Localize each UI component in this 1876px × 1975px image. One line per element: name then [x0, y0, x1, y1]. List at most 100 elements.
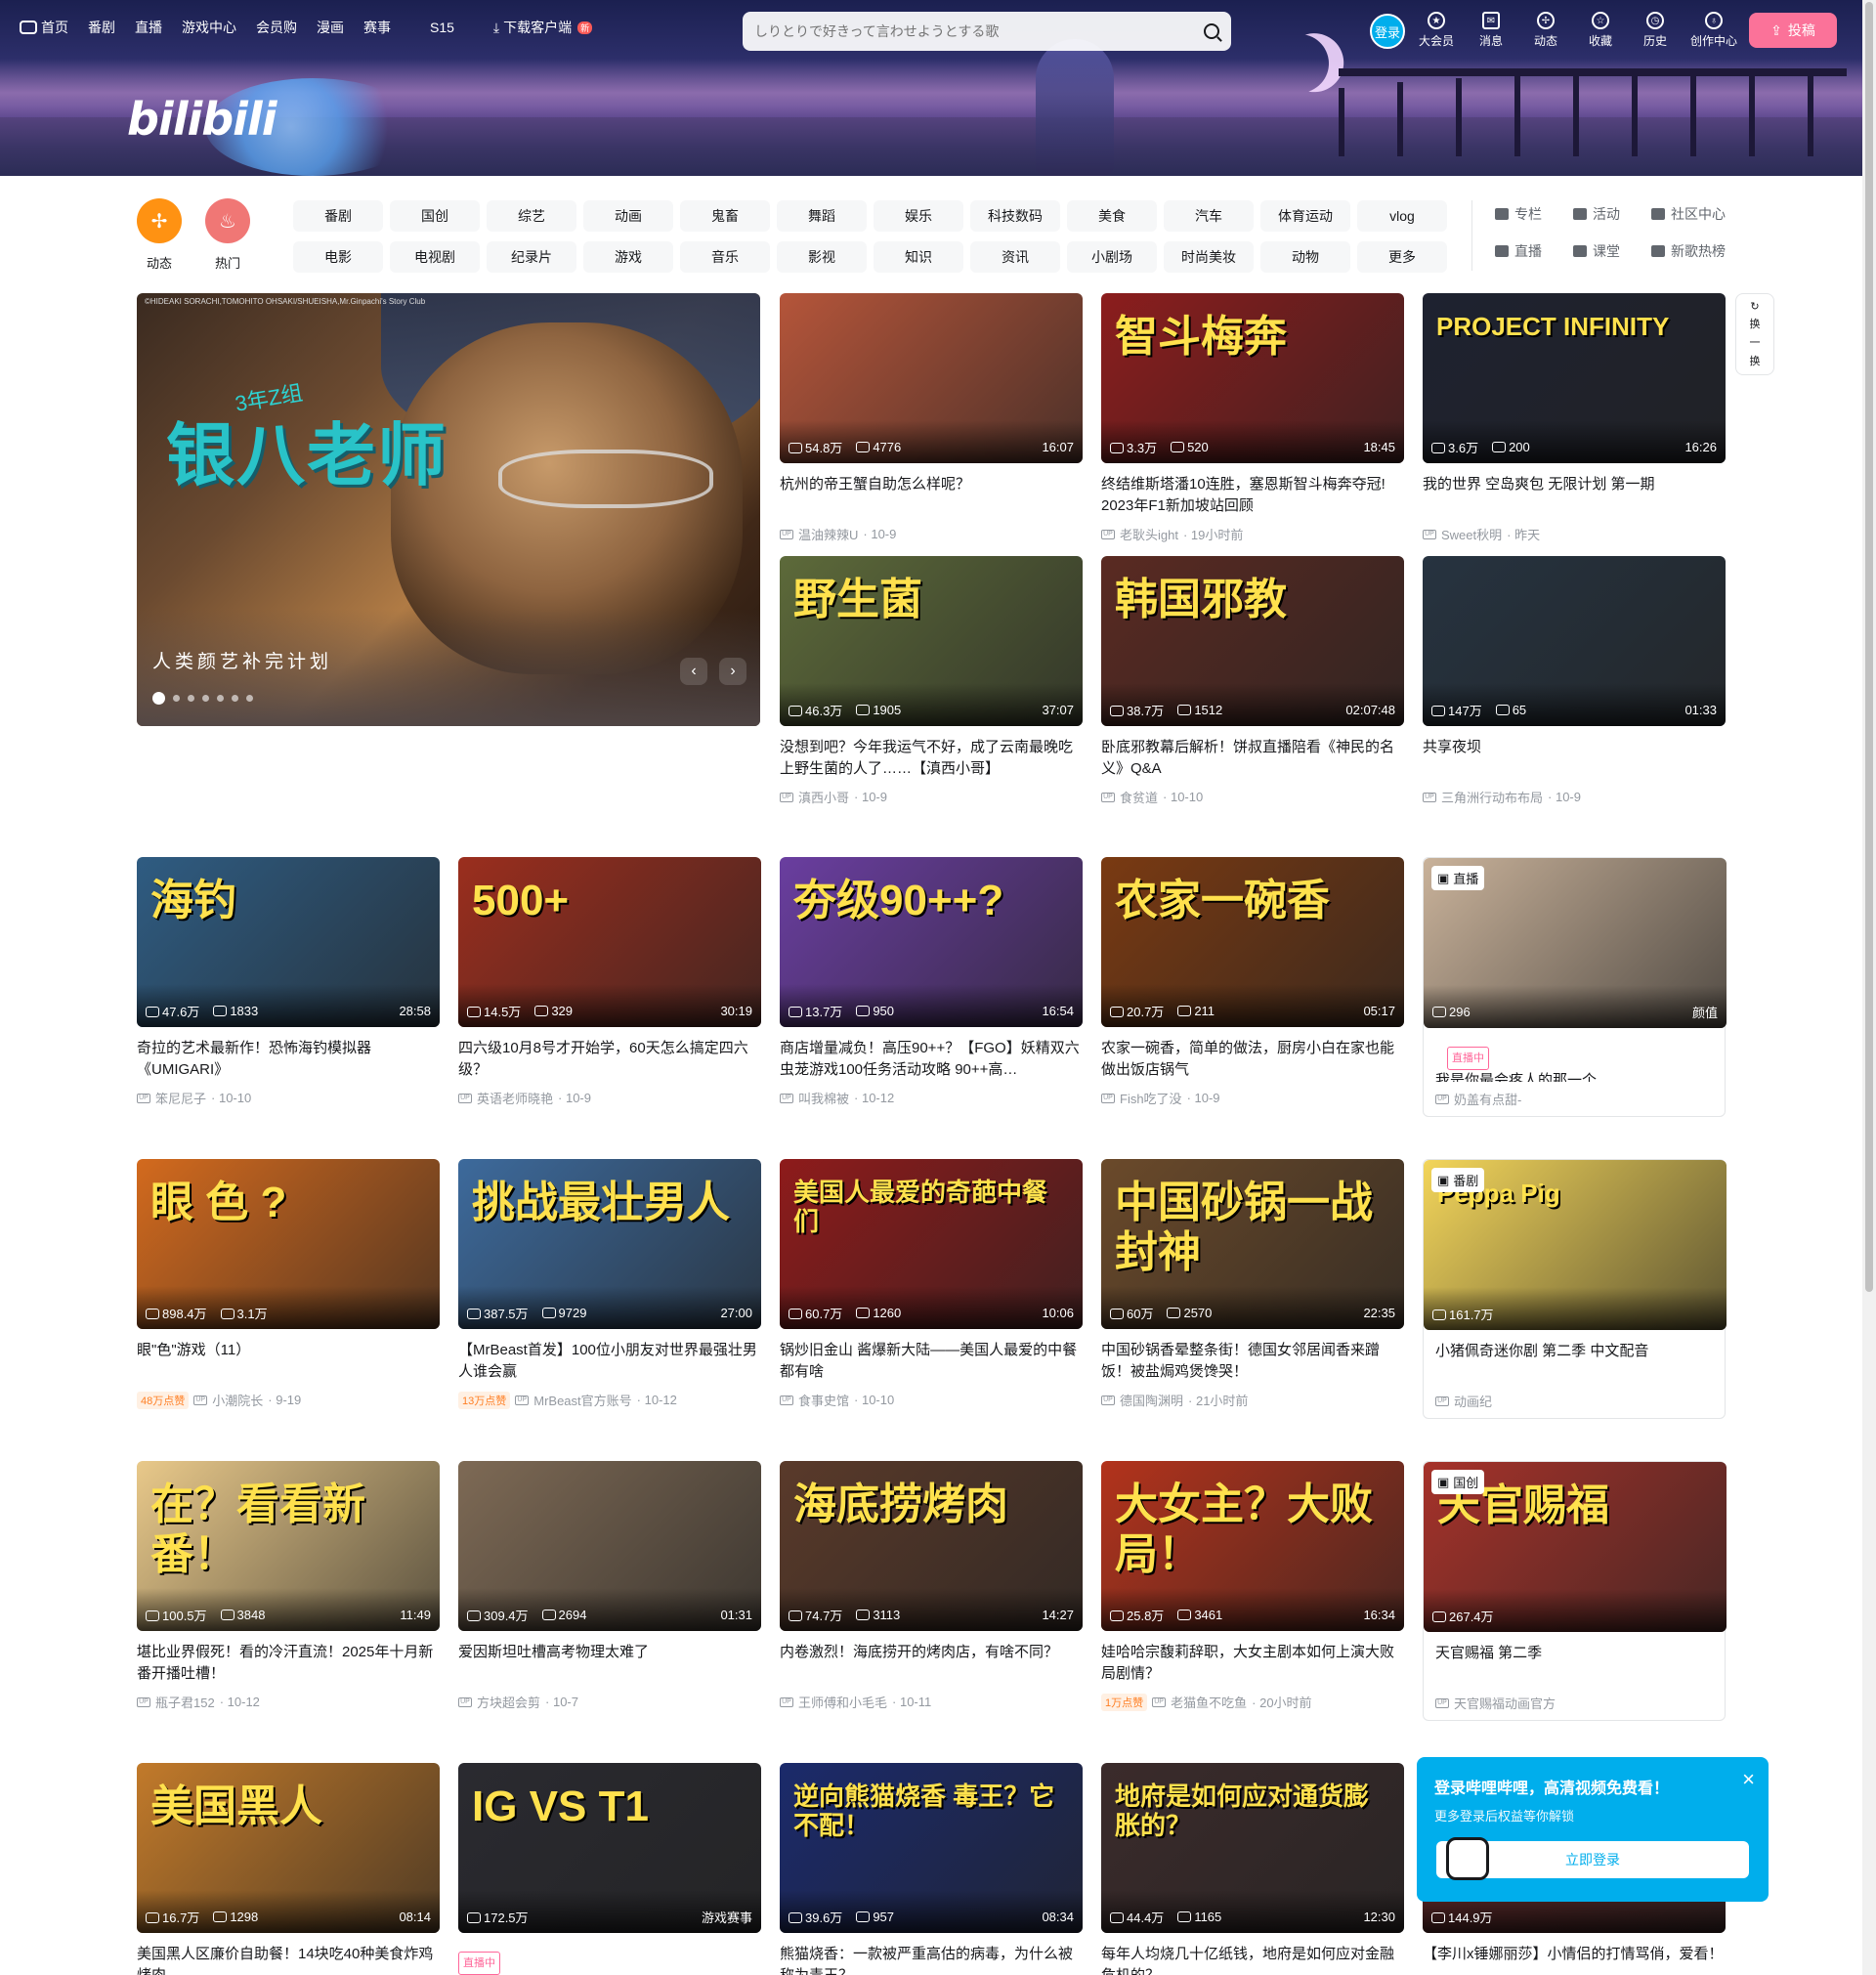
video-title[interactable]: 天官赐福 第二季 [1424, 1643, 1725, 1686]
video-card[interactable]: 海钓 47.6万 1833 28:58 奇拉的艺术最新作！恐怖海钓模拟器《UMIGARI… [137, 857, 440, 1107]
uploader-name[interactable]: MrBeast官方账号 [533, 1391, 631, 1409]
carousel-dot[interactable] [246, 695, 253, 702]
carousel-prev-button[interactable]: ‹ [680, 658, 707, 685]
video-title[interactable]: 四六级10月8号才开始学，60天怎么搞定四六级？ [458, 1038, 761, 1081]
nav-download-client[interactable]: ⤓ 下载客户端 新 [493, 18, 593, 37]
uploader-name[interactable]: 滇西小哥 [798, 788, 849, 806]
video-card[interactable]: 眼 色 ? 898.4万 3.1万 眼"色"游戏（11） 48万点赞 UP 小潮院长 · 9-… [137, 1159, 440, 1409]
nav-s15[interactable]: S15 [430, 20, 454, 35]
channel-0[interactable]: 番剧 [293, 200, 383, 232]
video-card[interactable]: Peppa Pig ▣ 番剧 161.7万 小猪佩奇迷你剧 第二季 中文配音 UP 动画纪 [1423, 1159, 1727, 1419]
carousel-dot[interactable] [232, 695, 238, 702]
channel-4[interactable]: 鬼畜 [680, 200, 770, 232]
carousel-dot[interactable] [152, 692, 165, 705]
entry-favorites[interactable]: ☆ 收藏 [1581, 12, 1620, 49]
video-title[interactable]: 娃哈哈宗馥莉辞职，大女主剧本如何上演大败局剧情？ [1101, 1642, 1404, 1685]
video-thumbnail[interactable]: 智斗梅奔 3.3万 520 18:45 [1101, 293, 1404, 463]
uploader-name[interactable]: 老猫鱼不吃鱼 [1171, 1693, 1247, 1711]
video-thumbnail[interactable]: 中国砂锅一战封神 60万 2570 22:35 [1101, 1159, 1404, 1329]
video-title[interactable]: 每年人均烧几十亿纸钱，地府是如何应对金融危机的？ [1101, 1944, 1404, 1975]
hero-carousel[interactable]: ©HIDEAKI SORACHI,TOMOHITO OHSAKI/SHUEISH… [137, 293, 760, 726]
nav-esports[interactable]: 赛事 [363, 18, 391, 37]
video-card[interactable]: 夯级90++? 13.7万 950 16:54 商店增量减负！高压90++？【FGO】妖… [780, 857, 1083, 1107]
channel-21[interactable]: 时尚美妆 [1164, 241, 1254, 273]
carousel-next-button[interactable]: › [719, 658, 746, 685]
video-title[interactable]: 直播中 我是你最会疼人的那一个 [1424, 1039, 1725, 1082]
video-card[interactable]: 韩国邪教 38.7万 1512 02:07:48 卧底邪教幕后解析！饼叔直播陪看《神民的… [1101, 556, 1404, 806]
channel-15[interactable]: 游戏 [583, 241, 673, 273]
uploader-name[interactable]: Sweet秋明 [1441, 525, 1502, 543]
video-title[interactable]: 共享夜坝 [1423, 737, 1726, 780]
channel-23[interactable]: 更多 [1357, 241, 1447, 273]
channel-dynamic[interactable]: ✢ 动态 [137, 198, 182, 272]
video-title[interactable]: 堪比业界假死！看的冷汗直流！2025年十月新番开播吐槽！ [137, 1642, 440, 1685]
uploader-name[interactable]: 笨尼尼子 [155, 1089, 206, 1107]
channel-19[interactable]: 资讯 [970, 241, 1060, 273]
video-title[interactable]: 农家一碗香，简单的做法，厨房小白在家也能做出饭店锅气 [1101, 1038, 1404, 1081]
channel-3[interactable]: 动画 [583, 200, 673, 232]
video-thumbnail[interactable]: 海底捞烤肉 74.7万 3113 14:27 [780, 1461, 1083, 1631]
scrollbar-thumb[interactable] [1865, 2, 1873, 1292]
video-thumbnail[interactable]: 54.8万 4776 16:07 [780, 293, 1083, 463]
channel-7[interactable]: 科技数码 [970, 200, 1060, 232]
uploader-name[interactable]: Fish吃了没 [1120, 1089, 1182, 1107]
video-card[interactable]: 147万 65 01:33 共享夜坝 UP 三角洲行动布布局 · 10-9 [1423, 556, 1726, 806]
channel-hot[interactable]: ♨ 热门 [205, 198, 250, 272]
bilibili-logo[interactable]: bilibili [127, 93, 277, 146]
channel-13[interactable]: 电视剧 [390, 241, 480, 273]
video-title[interactable]: 内卷激烈！海底捞开的烤肉店，有啥不同？ [780, 1642, 1083, 1685]
carousel-dot[interactable] [202, 695, 209, 702]
channel-1[interactable]: 国创 [390, 200, 480, 232]
video-title[interactable]: 小猪佩奇迷你剧 第二季 中文配音 [1424, 1341, 1725, 1384]
link-music-chart[interactable]: 新歌热榜 [1651, 240, 1759, 262]
video-thumbnail[interactable]: 美国人最爱的奇葩中餐们 60.7万 1260 10:06 [780, 1159, 1083, 1329]
nav-shop[interactable]: 会员购 [256, 18, 297, 37]
video-thumbnail[interactable]: 在？看看新番！ 100.5万 3848 11:49 [137, 1461, 440, 1631]
video-title[interactable]: 商店增量减负！高压90++？【FGO】妖精双六虫茏游戏100任务活动攻略 90+… [780, 1038, 1083, 1081]
video-thumbnail[interactable]: Peppa Pig ▣ 番剧 161.7万 [1424, 1160, 1727, 1330]
video-thumbnail[interactable]: 逆向熊猫烧香 毒王？它不配！ 39.6万 957 08:34 [780, 1763, 1083, 1933]
video-title[interactable]: 没想到吧？今年我运气不好，成了云南最晚吃上野生菌的人了……【滇西小哥】 [780, 737, 1083, 780]
video-card[interactable]: 天官赐福 ▣ 国创 267.4万 天官赐福 第二季 UP 天官赐福动画官方 [1423, 1461, 1727, 1721]
video-title[interactable]: 中国砂锅香晕整条街！德国女邻居闻香来蹭饭！被盐焗鸡煲馋哭！ [1101, 1340, 1404, 1383]
video-thumbnail[interactable]: 野生菌 46.3万 1905 37:07 [780, 556, 1083, 726]
entry-history[interactable]: ◷ 历史 [1636, 12, 1675, 49]
link-classroom[interactable]: 课堂 [1573, 240, 1651, 262]
video-title[interactable]: 熊猫烧香：一款被严重高估的病毒，为什么被称为毒王？ [780, 1944, 1083, 1975]
nav-home[interactable]: 首页 [20, 18, 68, 37]
video-card[interactable]: 美国人最爱的奇葩中餐们 60.7万 1260 10:06 锅炒旧金山 酱爆新大陆——美国… [780, 1159, 1083, 1409]
channel-8[interactable]: 美食 [1067, 200, 1157, 232]
channel-20[interactable]: 小剧场 [1067, 241, 1157, 273]
uploader-name[interactable]: 老耿头ight [1120, 525, 1178, 543]
link-column[interactable]: 专栏 [1495, 203, 1573, 225]
video-card[interactable]: 海底捞烤肉 74.7万 3113 14:27 内卷激烈！海底捞开的烤肉店，有啥不同？ UP… [780, 1461, 1083, 1711]
video-thumbnail[interactable]: 天官赐福 ▣ 国创 267.4万 [1424, 1462, 1727, 1632]
video-card[interactable]: 中国砂锅一战封神 60万 2570 22:35 中国砂锅香晕整条街！德国女邻居闻香来蹭饭… [1101, 1159, 1404, 1409]
channel-11[interactable]: vlog [1357, 200, 1447, 232]
video-title[interactable]: 眼"色"游戏（11） [137, 1340, 440, 1383]
video-title[interactable]: 杭州的帝王蟹自助怎么样呢？ [780, 474, 1083, 517]
uploader-name[interactable]: 食事史馆 [798, 1391, 849, 1409]
link-activity[interactable]: 活动 [1573, 203, 1651, 225]
video-card[interactable]: 500+ 14.5万 329 30:19 四六级10月8号才开始学，60天怎么搞定四六级… [458, 857, 761, 1107]
entry-messages[interactable]: ✉ 消息 [1471, 12, 1511, 49]
nav-anime[interactable]: 番剧 [88, 18, 115, 37]
video-card[interactable]: 智斗梅奔 3.3万 520 18:45 终结维斯塔潘10连胜，塞恩斯智斗梅奔夺冠! 20… [1101, 293, 1404, 543]
uploader-name[interactable]: 叫我棉被 [798, 1089, 849, 1107]
uploader-name[interactable]: 英语老师晓艳 [477, 1089, 553, 1107]
video-thumbnail[interactable]: 农家一碗香 20.7万 211 05:17 [1101, 857, 1404, 1027]
uploader-name[interactable]: 奶盖有点甜- [1454, 1090, 1521, 1108]
uploader-name[interactable]: 瓶子君152 [155, 1693, 215, 1711]
entry-creator-center[interactable]: ♁ 创作中心 [1690, 12, 1737, 49]
channel-17[interactable]: 影视 [777, 241, 867, 273]
video-thumbnail[interactable]: 挑战最壮男人 387.5万 9729 27:00 [458, 1159, 761, 1329]
link-community[interactable]: 社区中心 [1651, 203, 1759, 225]
video-card[interactable]: 大女主？大败局！ 25.8万 3461 16:34 娃哈哈宗馥莉辞职，大女主剧本如何上演… [1101, 1461, 1404, 1711]
video-thumbnail[interactable]: 地府是如何应对通货膨胀的？ 44.4万 1165 12:30 [1101, 1763, 1404, 1933]
video-card[interactable]: PROJECT INFINITY 3.6万 200 16:26 我的世界 空岛爽包 无限… [1423, 293, 1726, 543]
video-title[interactable]: 奇拉的艺术最新作！恐怖海钓模拟器《UMIGARI》 [137, 1038, 440, 1081]
channel-16[interactable]: 音乐 [680, 241, 770, 273]
channel-12[interactable]: 电影 [293, 241, 383, 273]
video-card[interactable]: 野生菌 46.3万 1905 37:07 没想到吧？今年我运气不好，成了云南最晚吃上野生… [780, 556, 1083, 806]
channel-2[interactable]: 综艺 [487, 200, 576, 232]
